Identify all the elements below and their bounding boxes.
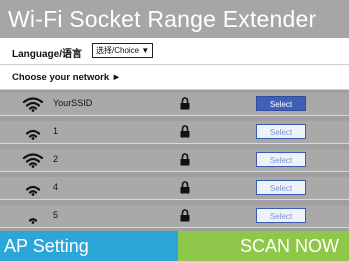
lock-icon	[180, 209, 190, 222]
choose-network-row: Choose your network ►	[0, 65, 349, 90]
ap-setting-button[interactable]: AP Setting	[0, 231, 178, 261]
lock-icon	[180, 181, 190, 194]
select-button[interactable]: Select	[256, 124, 306, 139]
select-button[interactable]: Select	[256, 96, 306, 111]
network-row[interactable]: 1 Select	[0, 121, 349, 144]
page-title: Wi-Fi Socket Range Extender	[8, 6, 317, 32]
language-row: Language/语言 选择/Choice ▼	[0, 38, 349, 65]
wifi-signal-icon	[22, 97, 44, 112]
lock-icon	[180, 125, 190, 138]
select-button[interactable]: Select	[256, 180, 306, 195]
choose-network-label: Choose your network ►	[12, 72, 122, 83]
wifi-signal-icon	[28, 218, 38, 224]
wifi-signal-icon	[25, 129, 41, 140]
app-screen: Wi-Fi Socket Range Extender Language/语言 …	[0, 0, 349, 261]
network-list: YourSSID Select 1 Select 2 Select 4 Sele…	[0, 90, 349, 231]
ssid-label: YourSSID	[53, 98, 93, 108]
ssid-label: 2	[53, 154, 59, 164]
language-select[interactable]: 选择/Choice ▼	[92, 43, 154, 58]
select-button[interactable]: Select	[256, 152, 306, 167]
wifi-signal-icon	[22, 153, 44, 168]
ssid-label: 5	[53, 210, 59, 220]
title-bar: Wi-Fi Socket Range Extender	[0, 0, 349, 38]
lock-icon	[180, 153, 190, 166]
network-row[interactable]: 5 Select	[0, 205, 349, 228]
select-button[interactable]: Select	[256, 208, 306, 223]
network-row[interactable]: 4 Select	[0, 177, 349, 200]
lock-icon	[180, 97, 190, 110]
scan-now-button[interactable]: SCAN NOW	[178, 231, 349, 261]
ssid-label: 4	[53, 182, 59, 192]
network-row[interactable]: 2 Select	[0, 149, 349, 172]
ssid-label: 1	[53, 126, 59, 136]
wifi-signal-icon	[25, 185, 41, 196]
network-row[interactable]: YourSSID Select	[0, 93, 349, 116]
language-label: Language/语言	[12, 49, 83, 60]
